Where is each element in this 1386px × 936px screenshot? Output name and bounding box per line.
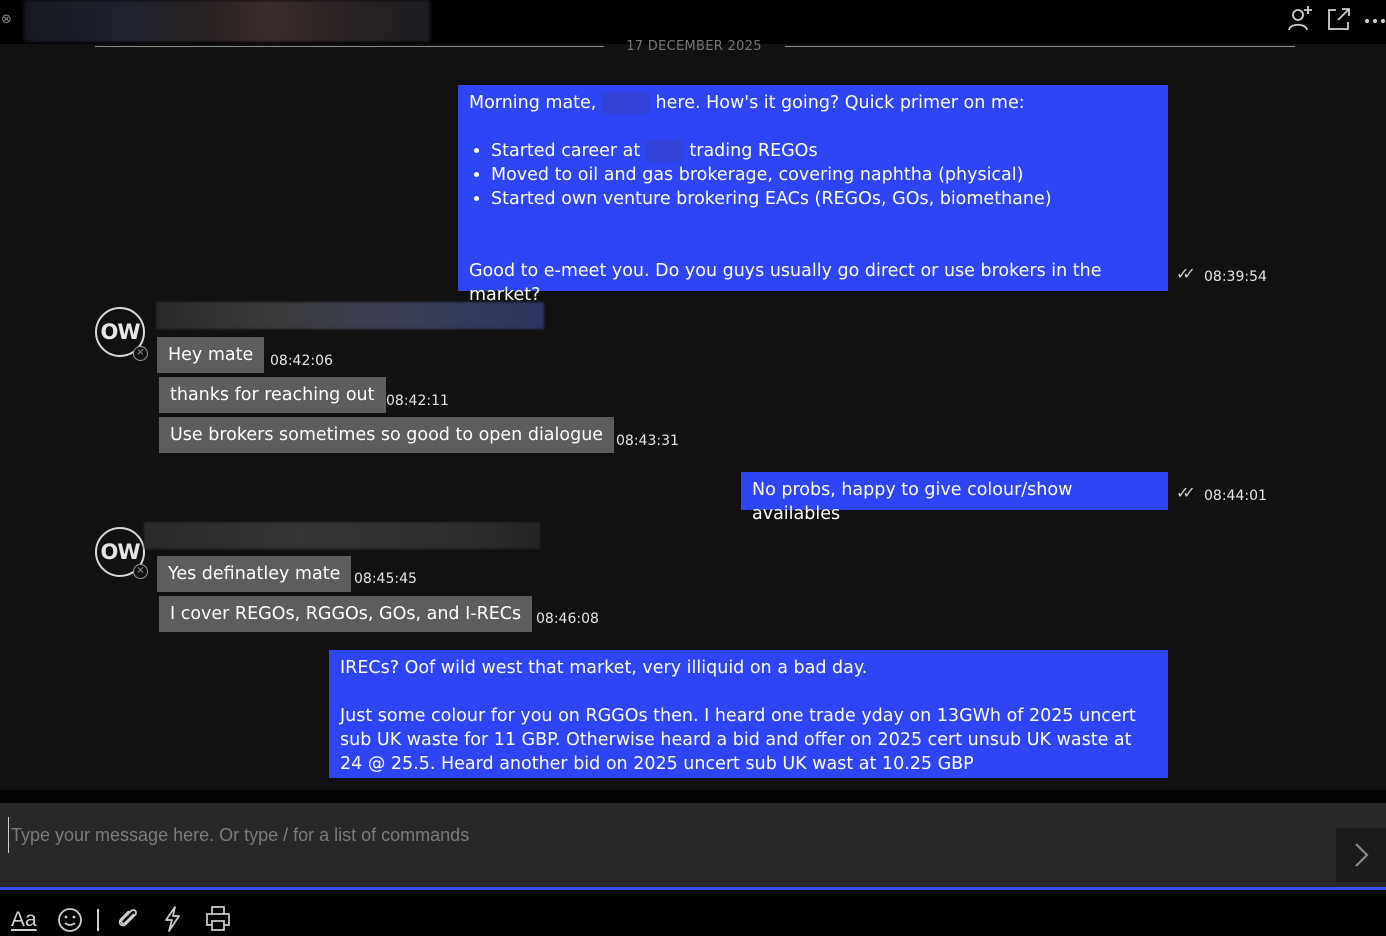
message-text: Just some colour for you on RGGOs then. … xyxy=(340,706,1136,774)
list-item: Moved to oil and gas brokerage, covering… xyxy=(491,163,1157,187)
message-line: Morning mate, here. How's it going? Quic… xyxy=(469,91,1157,115)
redacted-name xyxy=(601,92,650,114)
message-text: IRECs? Oof wild west that market, very i… xyxy=(340,658,868,678)
incoming-message[interactable]: I cover REGOs, RGGOs, GOs, and I-RECs xyxy=(159,596,533,632)
composer-divider xyxy=(0,790,1386,803)
lightning-icon[interactable] xyxy=(161,904,183,932)
emoji-icon[interactable] xyxy=(57,904,83,932)
title-bar: ⊗ xyxy=(0,0,1386,44)
message-timestamp: 08:42:11 xyxy=(386,393,449,409)
toolbar-separator xyxy=(97,909,99,931)
sender-name-redacted xyxy=(156,302,544,329)
outgoing-message[interactable]: Morning mate, here. How's it going? Quic… xyxy=(458,85,1168,305)
add-user-icon[interactable] xyxy=(1288,4,1314,32)
primer-list: Started career at trading REGOs Moved to… xyxy=(469,139,1157,211)
read-receipt-icon: ✓✓ xyxy=(1176,483,1196,502)
composer-toolbar: Aa xyxy=(0,890,1386,936)
message-timestamp: 08:46:08 xyxy=(536,611,599,627)
incoming-message[interactable]: thanks for reaching out xyxy=(159,377,386,413)
close-chat-icon[interactable]: ⊗ xyxy=(1,12,12,27)
presence-badge-icon: × xyxy=(133,564,148,579)
pop-out-icon[interactable] xyxy=(1326,4,1352,32)
outgoing-message[interactable]: IRECs? Oof wild west that market, very i… xyxy=(329,650,1168,778)
message-text: Morning mate, xyxy=(469,93,597,113)
date-separator: 17 DECEMBER 2025 xyxy=(626,39,762,53)
incoming-message[interactable]: Use brokers sometimes so good to open di… xyxy=(159,417,615,453)
incoming-message[interactable]: Yes definatley mate xyxy=(157,556,352,592)
print-icon[interactable] xyxy=(205,904,231,932)
outgoing-message[interactable]: No probs, happy to give colour/show avai… xyxy=(741,472,1168,524)
more-options-icon[interactable] xyxy=(1364,4,1386,32)
message-timestamp: 08:45:45 xyxy=(354,571,417,587)
date-divider-left xyxy=(95,46,604,47)
message-composer xyxy=(0,803,1386,890)
message-text: Good to e-meet you. Do you guys usually … xyxy=(469,261,1102,305)
list-item: Started career at trading REGOs xyxy=(491,139,1157,163)
read-receipt-icon: ✓✓ xyxy=(1176,264,1196,283)
message-timestamp: 08:39:54 xyxy=(1204,269,1267,285)
message-text: here. How's it going? Quick primer on me… xyxy=(655,93,1025,113)
message-input[interactable] xyxy=(8,817,1321,853)
send-button[interactable] xyxy=(1336,828,1386,882)
message-timestamp: 08:42:06 xyxy=(270,353,333,369)
message-text: Started career at xyxy=(491,141,641,161)
chat-title-redacted xyxy=(24,0,430,42)
message-text: trading REGOs xyxy=(689,141,818,161)
redacted-company xyxy=(645,140,684,162)
attachment-icon[interactable] xyxy=(116,904,140,932)
list-item: Started own venture brokering EACs (REGO… xyxy=(491,187,1157,211)
format-text-button[interactable]: Aa xyxy=(11,908,37,936)
presence-badge-icon: × xyxy=(133,346,148,361)
message-timestamp: 08:44:01 xyxy=(1204,488,1267,504)
date-divider-right xyxy=(785,46,1295,47)
sender-name-redacted xyxy=(144,522,540,549)
chevron-right-icon xyxy=(1355,843,1369,867)
incoming-message[interactable]: Hey mate xyxy=(157,337,265,373)
message-timestamp: 08:43:31 xyxy=(616,433,679,449)
